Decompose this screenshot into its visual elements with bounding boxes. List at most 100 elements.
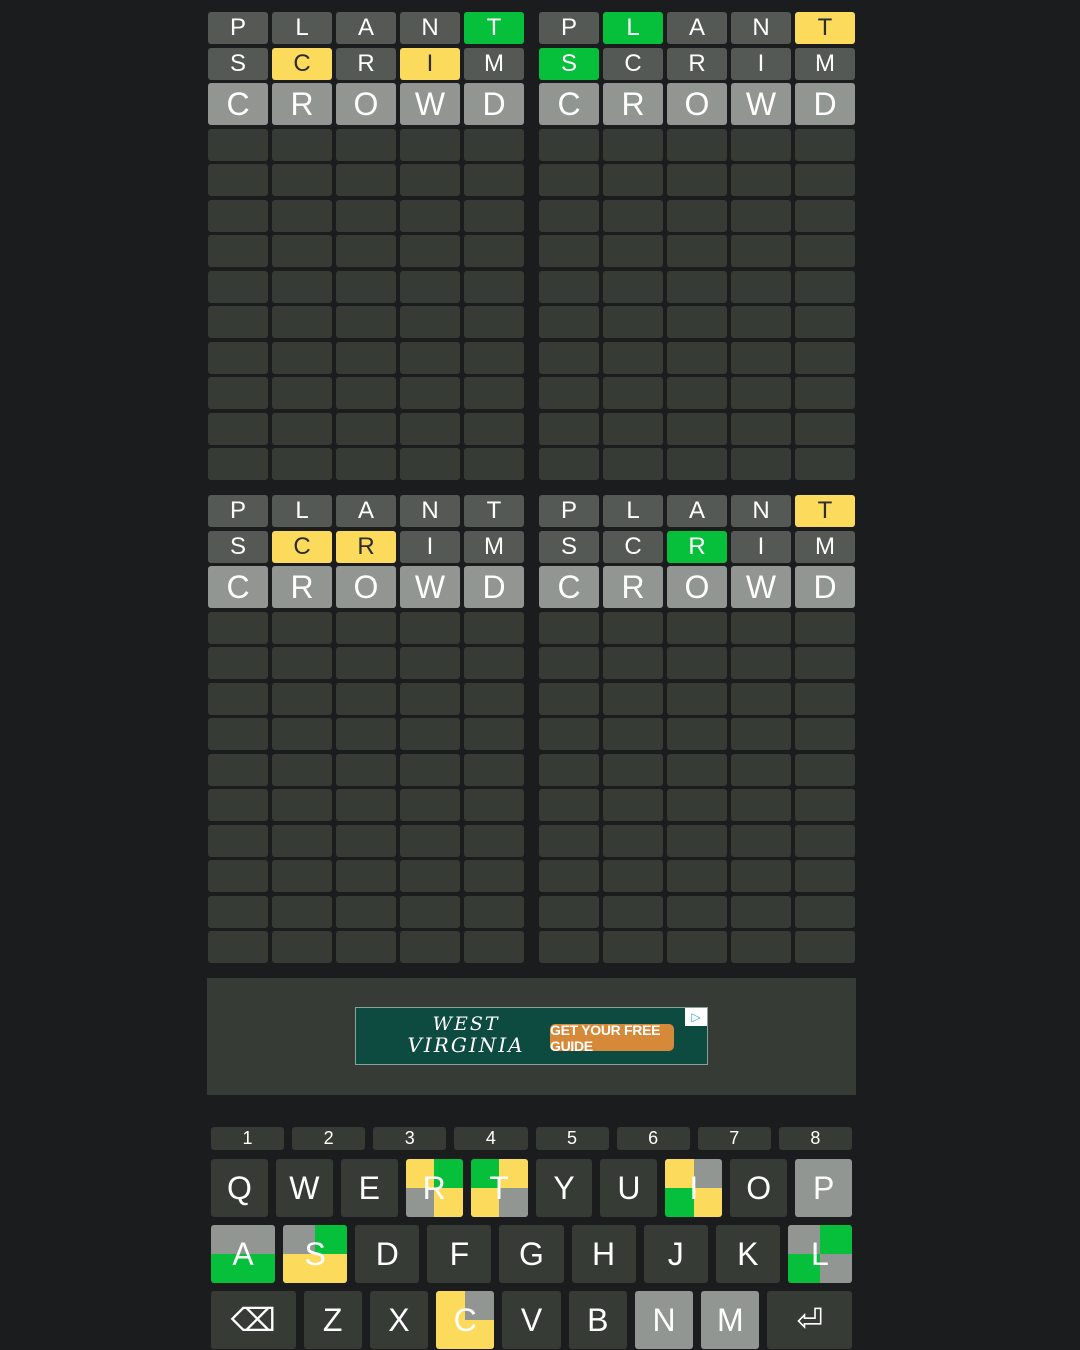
key-label: L (811, 1235, 829, 1272)
empty-tile (336, 860, 396, 892)
board-number-3[interactable]: 3 (373, 1127, 447, 1150)
board-number-8[interactable]: 8 (778, 1127, 852, 1150)
board-number-5[interactable]: 5 (535, 1127, 609, 1150)
empty-tile (667, 377, 727, 409)
key-f[interactable]: F (427, 1225, 492, 1283)
empty-tile (731, 164, 791, 196)
empty-tile (539, 753, 599, 786)
empty-tile (336, 412, 396, 445)
empty-tile (464, 306, 524, 338)
empty-tile (208, 199, 268, 232)
backspace-icon: ⌫ (230, 1302, 276, 1338)
key-c[interactable]: C (436, 1291, 495, 1349)
empty-tile (272, 164, 332, 196)
key-n[interactable]: N (634, 1291, 694, 1349)
key-h[interactable]: H (571, 1225, 636, 1283)
tile: M (795, 47, 855, 80)
empty-tile (603, 611, 663, 644)
key-i[interactable]: I (665, 1159, 723, 1217)
key-t[interactable]: T (470, 1159, 528, 1217)
key-r[interactable]: R (405, 1159, 463, 1217)
key-q[interactable]: Q (211, 1159, 268, 1217)
tile: C (603, 530, 663, 563)
empty-tile (400, 164, 460, 196)
key-d[interactable]: D (355, 1225, 420, 1283)
empty-tile (208, 789, 268, 821)
empty-tile (464, 824, 524, 857)
key-g[interactable]: G (499, 1225, 564, 1283)
empty-tile (272, 895, 332, 928)
key-u[interactable]: U (600, 1159, 658, 1217)
empty-tile (731, 718, 791, 750)
empty-tile (795, 647, 855, 679)
empty-tile (603, 341, 663, 374)
key-y[interactable]: Y (535, 1159, 593, 1217)
adchoices-icon[interactable]: ▷ (685, 1008, 707, 1026)
empty-tile (603, 448, 663, 480)
tile: L (272, 12, 332, 44)
tile: L (272, 495, 332, 527)
key-label: U (617, 1169, 641, 1206)
empty-tile (464, 270, 524, 303)
key-z[interactable]: Z (303, 1291, 362, 1349)
board-number-4[interactable]: 4 (454, 1127, 528, 1150)
ad-banner[interactable]: WEST VIRGINIA GET YOUR FREE GUIDE ▷ (355, 1007, 708, 1065)
empty-tile (795, 199, 855, 232)
board-number-row: 12345678 (211, 1127, 852, 1150)
tile: I (400, 47, 460, 80)
board-number-6[interactable]: 6 (616, 1127, 690, 1150)
tile: A (336, 495, 396, 527)
empty-tile (731, 611, 791, 644)
empty-tile (400, 860, 460, 892)
empty-tile (208, 682, 268, 715)
key-a[interactable]: A (211, 1225, 276, 1283)
key-e[interactable]: E (340, 1159, 398, 1217)
empty-tile (464, 448, 524, 480)
empty-tile (272, 270, 332, 303)
tile: W (400, 83, 460, 125)
key-b[interactable]: B (568, 1291, 627, 1349)
tile: C (539, 83, 599, 125)
key-w[interactable]: W (275, 1159, 333, 1217)
empty-tile (400, 931, 460, 963)
key-l[interactable]: L (787, 1225, 852, 1283)
key-label: D (375, 1235, 399, 1272)
tile: D (464, 566, 524, 608)
key-m[interactable]: M (701, 1291, 760, 1349)
key-j[interactable]: J (643, 1225, 708, 1283)
empty-tile (731, 235, 791, 267)
key-k[interactable]: K (715, 1225, 780, 1283)
key-x[interactable]: X (369, 1291, 429, 1349)
tile: D (795, 566, 855, 608)
empty-tile (667, 306, 727, 338)
ad-cta-button[interactable]: GET YOUR FREE GUIDE (550, 1022, 674, 1054)
empty-tile (667, 789, 727, 821)
enter-key[interactable]: ⏎ (767, 1291, 852, 1349)
board-number-2[interactable]: 2 (292, 1127, 366, 1150)
empty-tile (667, 718, 727, 750)
key-p[interactable]: P (795, 1159, 853, 1217)
empty-tile (464, 789, 524, 821)
tile: N (731, 495, 791, 527)
key-v[interactable]: V (502, 1291, 561, 1349)
empty-tile (795, 128, 855, 161)
tile: R (603, 83, 663, 125)
empty-tile (336, 682, 396, 715)
empty-tile (336, 306, 396, 338)
empty-tile (272, 377, 332, 409)
empty-tile (731, 753, 791, 786)
backspace-key[interactable]: ⌫ (211, 1291, 296, 1349)
empty-tile (539, 235, 599, 267)
empty-tile (603, 164, 663, 196)
tile: L (603, 12, 663, 44)
board-2: PLANTSCRIMCROWD (539, 12, 855, 480)
keyboard-row-2: ASDFGHJKL (211, 1225, 852, 1283)
tile: C (603, 47, 663, 80)
key-o[interactable]: O (730, 1159, 788, 1217)
key-s[interactable]: S (283, 1225, 348, 1283)
empty-tile (464, 718, 524, 750)
empty-tile (400, 718, 460, 750)
board-number-7[interactable]: 7 (697, 1127, 771, 1150)
tile: O (336, 83, 396, 125)
board-number-1[interactable]: 1 (211, 1127, 285, 1150)
